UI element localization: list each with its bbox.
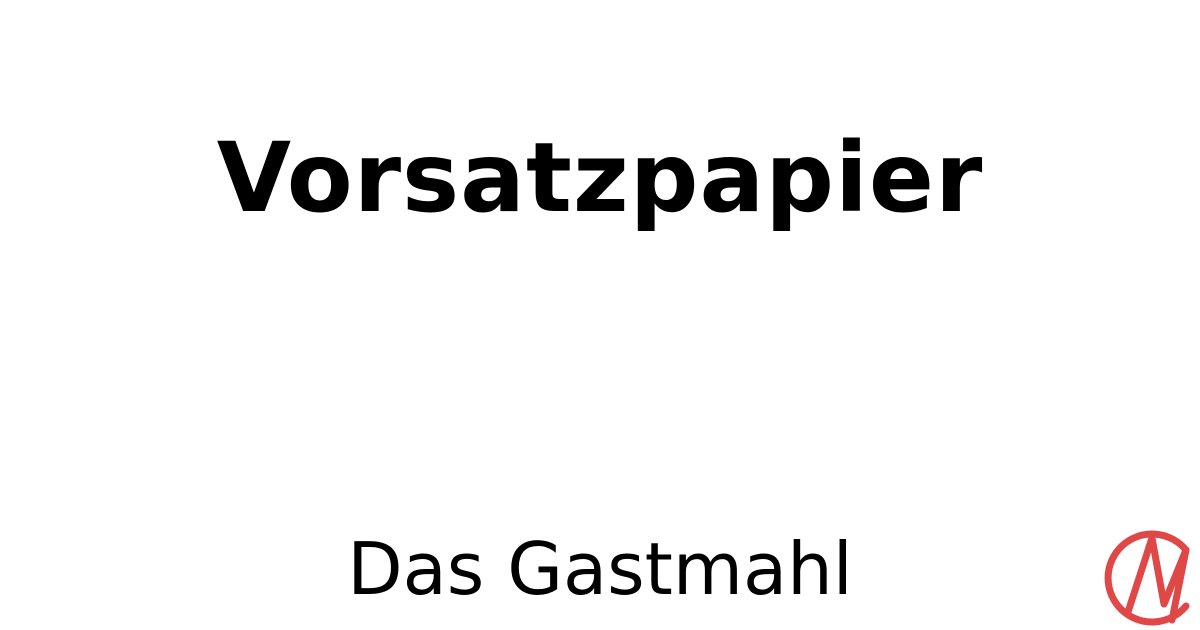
site-name: Das Gastmahl (347, 527, 853, 611)
page-title: Vorsatzpapier (216, 122, 984, 234)
publisher-logo-icon (1104, 530, 1190, 626)
